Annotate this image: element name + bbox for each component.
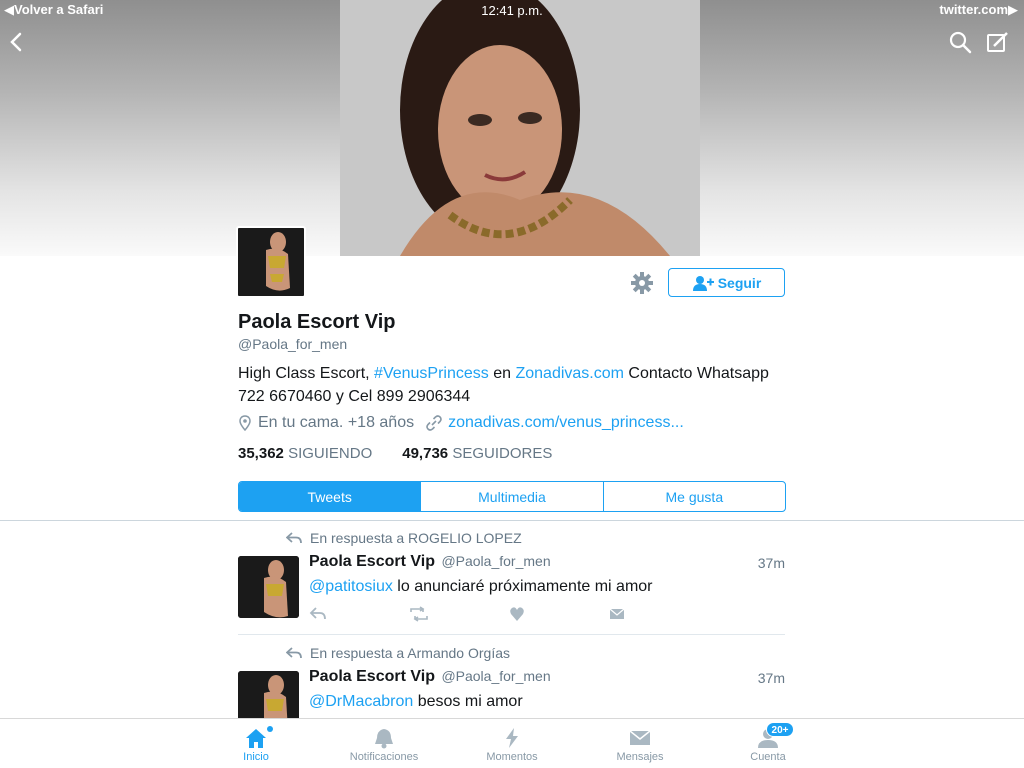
reply-context-text[interactable]: En respuesta a ROGELIO LOPEZ	[310, 530, 522, 546]
tweet-timestamp[interactable]: 37m	[758, 555, 785, 571]
profile-handle: @Paola_for_men	[238, 336, 348, 352]
lightning-icon	[506, 728, 518, 748]
retweet-icon[interactable]	[409, 606, 509, 622]
reply-context-text[interactable]: En respuesta a Armando Orgías	[310, 645, 510, 661]
reply-arrow-icon	[286, 532, 302, 544]
profile-stats: 35,362 SIGUIENDO 49,736 SEGUIDORES	[238, 445, 552, 462]
reply-context[interactable]: En respuesta a ROGELIO LOPEZ	[286, 530, 522, 546]
bio-text: High Class Escort,	[238, 365, 375, 382]
location-text: En tu cama. +18 años	[258, 414, 415, 431]
home-unread-dot	[267, 726, 273, 732]
timeline-divider	[0, 520, 1024, 521]
following-label[interactable]: SIGUIENDO	[288, 445, 372, 462]
bio-site-link[interactable]: Zonadivas.com	[515, 365, 624, 382]
profile-url[interactable]: zonadivas.com/venus_princess...	[426, 414, 684, 432]
tweet-header: Paola Escort Vip @Paola_for_men	[309, 553, 551, 571]
profile-bio: High Class Escort, #VenusPrincess en Zon…	[238, 362, 778, 408]
tabbar-notifications[interactable]: Notificaciones	[334, 727, 434, 763]
tweet-actions	[309, 606, 709, 622]
profile-tabs: Tweets Multimedia Me gusta	[238, 481, 786, 512]
bell-icon	[375, 729, 393, 749]
tweet-author-name[interactable]: Paola Escort Vip	[309, 668, 435, 685]
profile-location: En tu cama. +18 años	[238, 414, 414, 432]
tweet[interactable]: En respuesta a Armando Orgías Paola Esco…	[238, 643, 785, 733]
like-heart-icon[interactable]	[509, 606, 609, 622]
profile-name: Paola Escort Vip	[238, 311, 396, 333]
tweet-author-name[interactable]: Paola Escort Vip	[309, 553, 435, 570]
banner-photo	[340, 0, 700, 256]
compose-icon[interactable]	[986, 30, 1010, 54]
tweet-author-handle[interactable]: @Paola_for_men	[441, 553, 550, 569]
home-icon	[246, 729, 266, 748]
bio-text: en	[488, 365, 516, 382]
link-icon	[426, 415, 442, 431]
tab-likes[interactable]: Me gusta	[604, 482, 785, 511]
tweet-header: Paola Escort Vip @Paola_for_men	[309, 668, 551, 686]
tabbar-moments-label[interactable]: Momentos	[486, 751, 537, 763]
bio-hashtag-link[interactable]: #VenusPrincess	[374, 365, 489, 382]
tweet-body: besos mi amor	[413, 693, 523, 710]
status-site-label[interactable]: twitter.com	[939, 2, 1008, 17]
back-arrow-icon[interactable]	[6, 30, 26, 54]
account-notification-badge: 20+	[766, 722, 794, 737]
tweet-separator	[238, 634, 785, 635]
tweet-mention-link[interactable]: @patitosiux	[309, 578, 393, 595]
status-site[interactable]: twitter.com▶	[939, 2, 1018, 18]
envelope-icon	[629, 730, 651, 745]
tweet-body: lo anunciaré próximamente mi amor	[392, 578, 653, 595]
tabbar-account-label[interactable]: Cuenta	[750, 751, 785, 763]
bottom-tab-bar: Inicio Notificaciones Momentos Mensajes …	[0, 718, 1024, 768]
tweet-timestamp[interactable]: 37m	[758, 670, 785, 686]
follow-button[interactable]: Seguir	[668, 268, 785, 297]
followers-count[interactable]: 49,736	[402, 445, 448, 462]
ios-status-bar: ◀Volver a Safari 12:41 p.m. twitter.com▶	[0, 0, 1024, 20]
reply-icon[interactable]	[309, 606, 409, 622]
tabbar-moments[interactable]: Momentos	[462, 727, 562, 763]
tabbar-home-label[interactable]: Inicio	[243, 751, 269, 763]
direct-message-icon[interactable]	[609, 606, 709, 622]
profile-banner: ◀Volver a Safari 12:41 p.m. twitter.com▶	[0, 0, 1024, 256]
tweet[interactable]: En respuesta a ROGELIO LOPEZ Paola Escor…	[238, 528, 785, 635]
profile-avatar[interactable]	[236, 226, 306, 298]
profile-avatar-image	[238, 228, 304, 296]
tabbar-notifications-label[interactable]: Notificaciones	[350, 751, 418, 763]
search-icon[interactable]	[948, 30, 972, 54]
location-pin-icon	[239, 415, 251, 431]
reply-arrow-icon	[286, 647, 302, 659]
tabbar-messages[interactable]: Mensajes	[590, 727, 690, 763]
profile-meta: En tu cama. +18 años zonadivas.com/venus…	[238, 414, 696, 432]
following-stat[interactable]: 35,362 SIGUIENDO	[238, 445, 372, 462]
settings-gear-icon[interactable]	[629, 270, 655, 296]
tweet-author-handle[interactable]: @Paola_for_men	[441, 668, 550, 684]
followers-label[interactable]: SEGUIDORES	[452, 445, 552, 462]
tweet-text: @DrMacabron besos mi amor	[309, 693, 523, 711]
tabbar-messages-label[interactable]: Mensajes	[616, 751, 663, 763]
follow-button-label[interactable]: Seguir	[718, 275, 762, 291]
tweet-mention-link[interactable]: @DrMacabron	[309, 693, 413, 710]
tab-tweets[interactable]: Tweets	[239, 482, 422, 511]
reply-context[interactable]: En respuesta a Armando Orgías	[286, 645, 510, 661]
tweet-avatar[interactable]	[238, 556, 299, 618]
tab-multimedia[interactable]: Multimedia	[421, 482, 604, 511]
following-count[interactable]: 35,362	[238, 445, 284, 462]
status-time: 12:41 p.m.	[481, 3, 543, 18]
profile-url-link[interactable]: zonadivas.com/venus_princess...	[448, 414, 684, 432]
tweet-avatar-image	[238, 556, 299, 618]
tabbar-home[interactable]: Inicio	[206, 727, 306, 763]
add-user-icon	[692, 275, 714, 291]
tweet-text: @patitosiux lo anunciaré próximamente mi…	[309, 578, 653, 596]
followers-stat[interactable]: 49,736 SEGUIDORES	[402, 445, 552, 462]
